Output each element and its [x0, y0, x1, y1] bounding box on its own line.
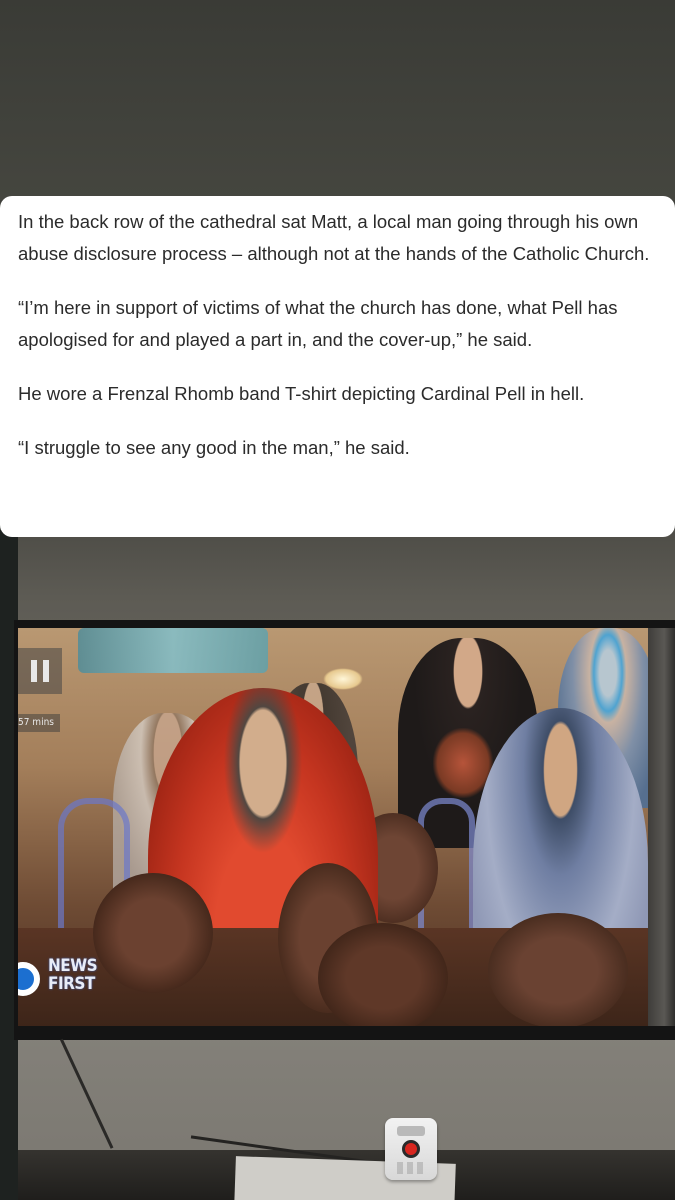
photo-stage: 57 mins NEWS FIRST In the back row of th…	[0, 0, 675, 1200]
logo-circle-icon	[18, 962, 40, 996]
article-quote-card: In the back row of the cathedral sat Mat…	[0, 196, 675, 537]
phone-button-icon	[402, 1140, 420, 1158]
pause-bar	[31, 660, 37, 682]
article-paragraph: “I struggle to see any good in the man,”…	[18, 437, 410, 458]
cordless-phone	[385, 1118, 437, 1180]
article-paragraph: “I’m here in support of victims of what …	[18, 297, 618, 350]
dark-background	[0, 0, 675, 200]
pause-bar	[43, 660, 49, 682]
logo-text-line2: FIRST	[48, 974, 95, 994]
stained-glass-window	[78, 628, 268, 673]
phone-display	[397, 1126, 425, 1136]
pause-icon[interactable]	[18, 648, 62, 694]
phone-keys	[397, 1162, 425, 1174]
channel-logo: NEWS FIRST	[18, 958, 118, 1004]
logo-text-line1: NEWS	[48, 956, 98, 976]
tv-screen: 57 mins NEWS FIRST	[18, 628, 648, 1026]
tv-bezel	[648, 628, 675, 1026]
pew-end	[318, 923, 448, 1026]
time-indicator: 57 mins	[18, 714, 60, 732]
article-paragraph: In the back row of the cathedral sat Mat…	[18, 211, 650, 264]
article-paragraph: He wore a Frenzal Rhomb band T-shirt dep…	[18, 383, 585, 404]
pew-end	[488, 913, 628, 1026]
